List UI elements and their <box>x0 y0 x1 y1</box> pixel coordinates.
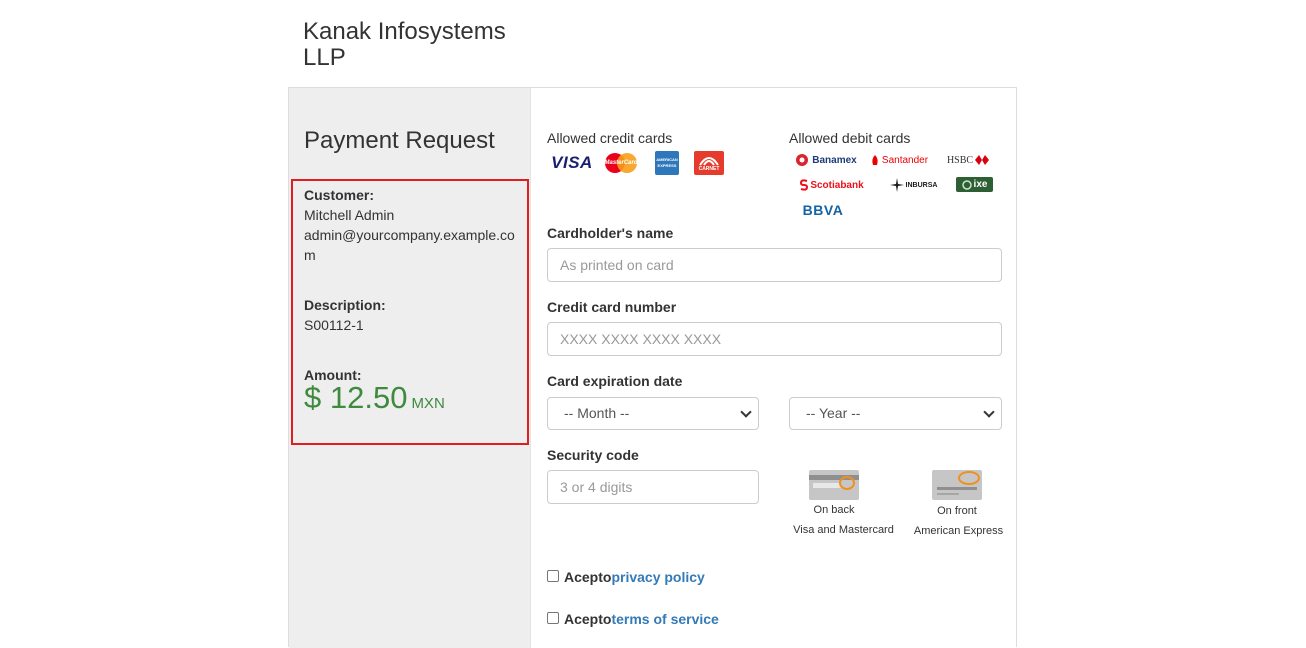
santander-logo: Santander <box>868 152 930 168</box>
inbursa-logo-text: INBURSA <box>905 181 938 189</box>
security-code-label: Security code <box>547 447 639 463</box>
card-back-caption-2: Visa and Mastercard <box>793 524 894 536</box>
ixe-circle-icon <box>961 179 972 190</box>
year-select-value: -- Year -- <box>806 405 861 421</box>
terms-of-service-checkbox[interactable] <box>547 612 559 624</box>
inbursa-star-icon <box>889 178 904 192</box>
amex-logo: AMERICAN EXPRESS <box>655 151 679 175</box>
inbursa-logo: INBURSA <box>885 177 942 193</box>
cvv-highlight-circle <box>839 476 855 490</box>
terms-prefix: Acepto <box>564 611 612 627</box>
hsbc-logo-text: HSBC <box>946 154 974 166</box>
cardholder-name-input[interactable] <box>547 248 1002 282</box>
privacy-policy-agreement: Aceptoprivacy policy <box>564 569 705 585</box>
security-code-input[interactable] <box>547 470 759 504</box>
carnet-logo-text: CARNET <box>698 166 720 172</box>
terms-of-service-agreement: Aceptoterms of service <box>564 611 719 627</box>
customer-email: admin@yourcompany.example.com <box>304 227 515 263</box>
card-number-digits <box>937 487 977 490</box>
signature-strip <box>813 483 841 488</box>
chevron-down-icon <box>983 406 995 418</box>
year-select[interactable]: -- Year -- <box>789 397 1002 430</box>
debit-cards-title: Allowed debit cards <box>789 130 911 146</box>
description-label: Description: <box>304 297 386 313</box>
visa-logo: VISA <box>549 152 595 174</box>
expiration-label: Card expiration date <box>547 373 683 389</box>
hsbc-hexagon-icon <box>975 155 990 165</box>
credit-cards-title: Allowed credit cards <box>547 130 673 146</box>
mastercard-logo: MasterCard <box>603 152 639 174</box>
payment-request-title: Payment Request <box>304 127 495 154</box>
amex-logo-text: AMERICAN EXPRESS <box>656 157 678 168</box>
scotiabank-logo: Scotiabank <box>798 177 866 193</box>
card-front-caption-2: American Express <box>913 525 1004 537</box>
month-select[interactable]: -- Month -- <box>547 397 759 430</box>
privacy-policy-link[interactable]: privacy policy <box>611 569 704 585</box>
card-number-input[interactable] <box>547 322 1002 356</box>
santander-logo-text: Santander <box>881 154 929 166</box>
scotiabank-s-icon <box>800 179 809 191</box>
banamex-logo-text: Banamex <box>812 154 857 166</box>
amount-display: $ 12.50 MXN <box>304 380 445 416</box>
santander-flame-icon <box>872 155 878 165</box>
cvv-highlight-circle <box>958 471 980 485</box>
card-back-caption-1: On back <box>813 504 855 516</box>
privacy-prefix: Acepto <box>564 569 612 585</box>
visa-logo-text: VISA <box>551 153 593 172</box>
carnet-logo: CARNET <box>694 151 724 175</box>
hsbc-logo: HSBC <box>944 152 992 168</box>
bbva-logo: BBVA <box>800 201 846 218</box>
card-front-caption-1: On front <box>937 505 977 517</box>
description-value: S00112-1 <box>304 317 364 333</box>
card-back-icon <box>809 470 859 500</box>
bbva-logo-text: BBVA <box>802 201 844 218</box>
ixe-logo: ixe <box>956 177 993 192</box>
carnet-arc-icon <box>699 157 719 166</box>
ixe-logo-text: ixe <box>973 179 988 190</box>
card-name-line <box>937 493 959 495</box>
customer-label: Customer: <box>304 187 375 203</box>
company-name: Kanak Infosystems LLP <box>303 18 506 71</box>
terms-of-service-link[interactable]: terms of service <box>611 611 718 627</box>
scotiabank-logo-text: Scotiabank <box>810 179 864 191</box>
privacy-policy-checkbox[interactable] <box>547 570 559 582</box>
chevron-down-icon <box>740 406 752 418</box>
card-number-label: Credit card number <box>547 299 677 315</box>
cardholder-name-label: Cardholder's name <box>547 225 674 241</box>
banamex-flower-icon <box>796 154 809 166</box>
banamex-logo: Banamex <box>794 152 858 168</box>
mastercard-logo-text: MasterCard <box>604 160 638 166</box>
amount-currency: MXN <box>411 395 445 412</box>
card-front-icon <box>932 470 982 500</box>
amount-value: $ 12.50 <box>304 380 408 415</box>
month-select-value: -- Month -- <box>564 405 630 421</box>
customer-name: Mitchell Admin <box>304 207 395 223</box>
